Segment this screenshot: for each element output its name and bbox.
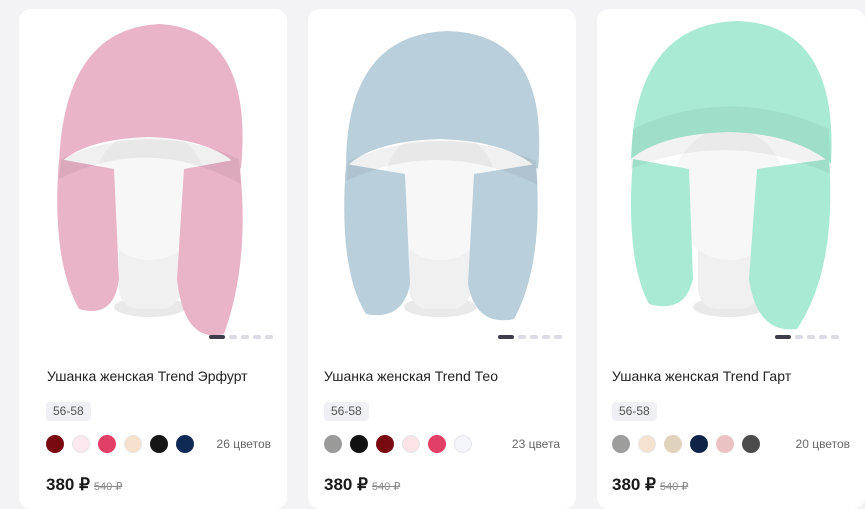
image-pagination[interactable]: [775, 335, 839, 339]
product-card[interactable]: Ушанка женская Trend Гарт 56-58 20 цвето…: [597, 9, 865, 509]
color-swatch[interactable]: [150, 435, 168, 453]
color-swatch[interactable]: [72, 435, 90, 453]
size-badge: 56-58: [612, 402, 657, 421]
pagination-dot[interactable]: [819, 335, 827, 339]
old-price: 540 ₽: [659, 481, 689, 493]
color-swatch[interactable]: [350, 435, 368, 453]
product-title[interactable]: Ушанка женская Trend Тео: [324, 368, 498, 384]
pagination-dot[interactable]: [775, 335, 791, 339]
color-swatch[interactable]: [402, 435, 420, 453]
product-title[interactable]: Ушанка женская Trend Эрфурт: [47, 368, 248, 384]
pagination-dot[interactable]: [229, 335, 237, 339]
color-swatch[interactable]: [376, 435, 394, 453]
old-price: 540 ₽: [371, 481, 401, 493]
pagination-dot[interactable]: [831, 335, 839, 339]
color-swatch[interactable]: [638, 435, 656, 453]
pagination-dot[interactable]: [241, 335, 249, 339]
pagination-dot[interactable]: [795, 335, 803, 339]
product-photo[interactable]: [19, 9, 287, 344]
current-price: 380 ₽: [46, 475, 90, 494]
color-swatch[interactable]: [46, 435, 64, 453]
color-swatch[interactable]: [742, 435, 760, 453]
color-swatch[interactable]: [454, 435, 472, 453]
product-title[interactable]: Ушанка женская Trend Гарт: [612, 368, 791, 384]
pagination-dot[interactable]: [807, 335, 815, 339]
size-badge: 56-58: [46, 402, 91, 421]
color-swatches: [46, 435, 194, 453]
image-pagination[interactable]: [209, 335, 273, 339]
size-badge: 56-58: [324, 402, 369, 421]
color-swatch[interactable]: [98, 435, 116, 453]
pagination-dot[interactable]: [518, 335, 526, 339]
pagination-dot[interactable]: [542, 335, 550, 339]
pagination-dot[interactable]: [265, 335, 273, 339]
price-block: 380 ₽ 540 ₽: [46, 475, 122, 495]
pagination-dot[interactable]: [554, 335, 562, 339]
color-swatch[interactable]: [690, 435, 708, 453]
color-swatch[interactable]: [612, 435, 630, 453]
color-swatches: [612, 435, 760, 453]
color-swatches: [324, 435, 472, 453]
color-swatch[interactable]: [716, 435, 734, 453]
color-swatch[interactable]: [176, 435, 194, 453]
pagination-dot[interactable]: [209, 335, 225, 339]
product-photo[interactable]: [597, 9, 865, 344]
image-pagination[interactable]: [498, 335, 562, 339]
current-price: 380 ₽: [324, 475, 368, 494]
color-swatch[interactable]: [124, 435, 142, 453]
colors-count[interactable]: 20 цветов: [796, 437, 850, 451]
product-card[interactable]: Ушанка женская Trend Тео 56-58 23 цвета …: [308, 9, 576, 509]
colors-count[interactable]: 26 цветов: [217, 437, 271, 451]
color-swatch[interactable]: [324, 435, 342, 453]
price-block: 380 ₽ 540 ₽: [612, 475, 688, 495]
product-card[interactable]: Ушанка женская Trend Эрфурт 56-58 26 цве…: [19, 9, 287, 509]
product-photo[interactable]: [308, 9, 576, 344]
current-price: 380 ₽: [612, 475, 656, 494]
pagination-dot[interactable]: [498, 335, 514, 339]
pagination-dot[interactable]: [530, 335, 538, 339]
old-price: 540 ₽: [93, 481, 123, 493]
price-block: 380 ₽ 540 ₽: [324, 475, 400, 495]
color-swatch[interactable]: [664, 435, 682, 453]
color-swatch[interactable]: [428, 435, 446, 453]
colors-count[interactable]: 23 цвета: [512, 437, 560, 451]
pagination-dot[interactable]: [253, 335, 261, 339]
